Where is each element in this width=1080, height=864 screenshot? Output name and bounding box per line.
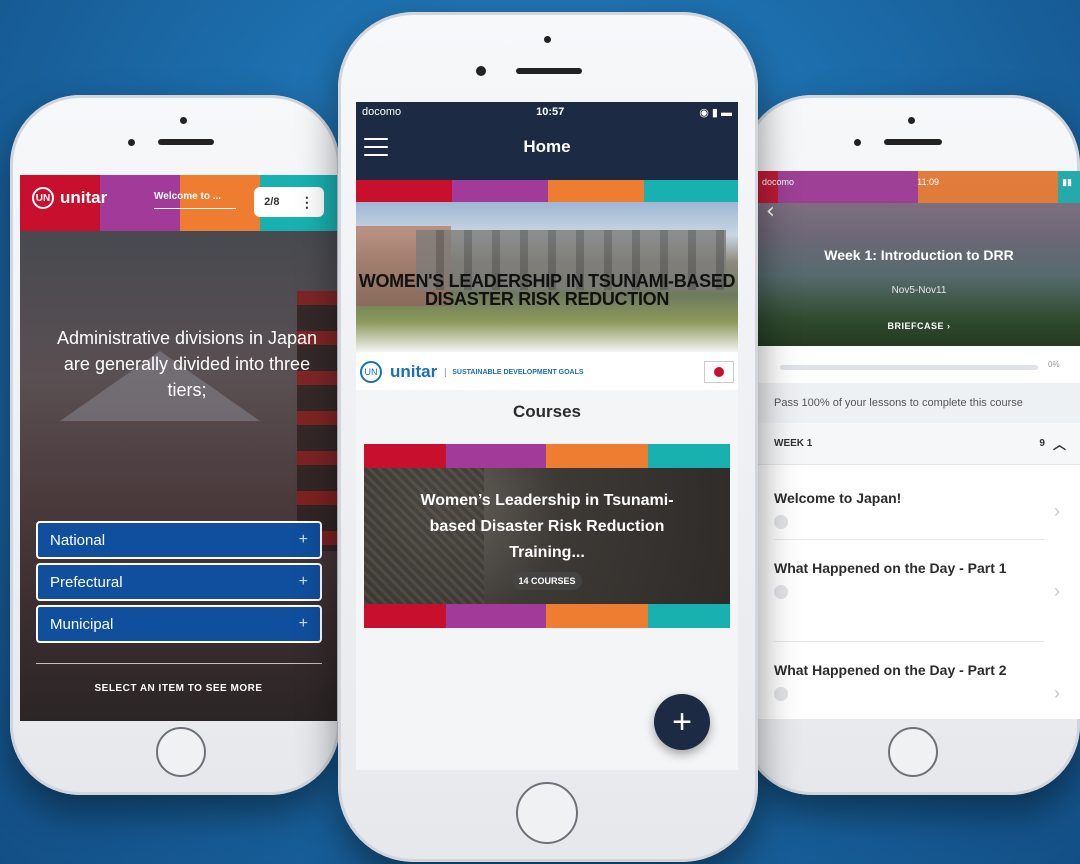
sdg-logo: SUSTAINABLE DEVELOPMENT GOALS — [445, 367, 584, 377]
lesson-item[interactable]: What Happened on the Day - Part 1 › — [774, 557, 1064, 601]
progress-bar — [780, 365, 1038, 370]
completion-status-icon — [774, 585, 788, 599]
un-emblem-icon: UN — [360, 361, 382, 383]
status-bar: docomo 10:57 ◉ ▮ ▬ — [362, 106, 732, 119]
brand-stripe — [364, 444, 730, 468]
home-button[interactable] — [156, 727, 206, 777]
chevron-right-icon: › — [1054, 581, 1060, 601]
logo-text: unitar — [60, 188, 108, 207]
courses-heading: Courses — [512, 402, 582, 421]
week-dates: Nov5-Nov11 — [891, 285, 947, 296]
brand-stripe — [364, 604, 730, 628]
program-banner[interactable]: WOMEN'S LEADERSHIP IN TSUNAMI-BASED DISA… — [356, 180, 738, 390]
accordion-label: National — [50, 531, 106, 549]
lesson-title: What Happened on the Day - Part 2 — [774, 662, 1007, 678]
chevron-right-icon: › — [1054, 683, 1060, 703]
add-fab-button[interactable]: + — [654, 694, 710, 750]
lesson-title: What Happened on the Day - Part 1 — [774, 560, 1007, 576]
background-image — [20, 231, 337, 721]
front-camera — [128, 139, 135, 146]
plus-icon: + — [298, 531, 308, 548]
lesson-item[interactable]: Welcome to Japan! › — [774, 487, 1064, 529]
partner-logos: UN unitar SUSTAINABLE DEVELOPMENT GOALS — [360, 356, 734, 388]
accordion-label: Prefectural — [50, 573, 123, 591]
carrier-label: docomo — [762, 177, 795, 187]
lesson-headline: Administrative divisions in Japan are ge… — [56, 328, 318, 400]
plus-icon: + — [298, 573, 308, 590]
plus-icon: + — [298, 615, 308, 632]
divider — [36, 663, 322, 664]
briefcase-link[interactable]: BRIEFCASE › — [758, 321, 1080, 331]
accordion-item-prefectural[interactable]: Prefectural + — [36, 563, 322, 601]
page-counter[interactable]: 2/8 ⋮ — [254, 187, 324, 217]
japan-flag-icon — [704, 361, 734, 383]
course-title: Women’s Leadership in Tsunami-based Disa… — [420, 492, 674, 561]
status-bar: docomo 11:09 ▮▮ — [762, 177, 1072, 188]
lesson-title: Welcome to ... — [154, 191, 236, 209]
lesson-count: 9 — [1039, 438, 1045, 449]
unitar-logo: UN unitar — [32, 187, 107, 209]
un-emblem-icon: UN — [32, 187, 54, 209]
completion-status-icon — [774, 687, 788, 701]
footer-hint: SELECT AN ITEM TO SEE MORE — [94, 683, 263, 694]
pass-notice: Pass 100% of your lessons to complete th… — [758, 383, 1080, 423]
front-camera — [476, 66, 486, 76]
app-header: docomo 10:57 ◉ ▮ ▬ Home — [356, 102, 738, 180]
course-count-badge: 14 COURSES — [512, 572, 582, 590]
home-button[interactable] — [888, 727, 938, 777]
accordion-item-national[interactable]: National + — [36, 521, 322, 559]
vertical-dots-icon[interactable]: ⋮ — [300, 194, 314, 211]
unitar-logo: unitar — [390, 362, 438, 381]
speaker-grille — [516, 68, 582, 74]
home-button[interactable] — [516, 782, 578, 844]
course-card[interactable]: Women’s Leadership in Tsunami-based Disa… — [364, 444, 730, 628]
banner-title: WOMEN'S LEADERSHIP IN TSUNAMI-BASED DISA… — [358, 271, 736, 309]
battery-icon: ▮▮ — [1062, 177, 1072, 187]
proximity-sensor — [544, 36, 551, 43]
divider — [774, 641, 1044, 642]
week-title: Week 1: Introduction to DRR — [824, 247, 1014, 263]
speaker-grille — [884, 139, 942, 145]
brand-stripe — [356, 180, 738, 202]
accordion-label: Municipal — [50, 615, 114, 633]
proximity-sensor — [908, 117, 915, 124]
lesson-title: Welcome to Japan! — [774, 490, 902, 506]
left-screen: UN unitar Welcome to ... 2/8 ⋮ Administr… — [20, 175, 337, 721]
chevron-up-icon[interactable]: ︿ — [1053, 434, 1066, 453]
clock: 10:57 — [536, 106, 565, 118]
front-camera — [854, 139, 861, 146]
right-screen: docomo 11:09 ▮▮ ‹ Week 1: Introduction t… — [758, 171, 1080, 719]
completion-status-icon — [774, 515, 788, 529]
week-label: WEEK 1 — [774, 438, 813, 449]
accordion-item-municipal[interactable]: Municipal + — [36, 605, 322, 643]
center-phone: docomo 10:57 ◉ ▮ ▬ Home WOMEN'S LEADERSH… — [338, 12, 758, 862]
chevron-right-icon: › — [1054, 501, 1060, 521]
week-section-header[interactable]: WEEK 1 9 ︿ — [758, 423, 1080, 465]
battery-icon: ◉ ▮ ▬ — [699, 107, 732, 119]
clock: 11:09 — [917, 177, 939, 187]
plus-icon: + — [672, 702, 692, 741]
carrier-label: docomo — [362, 106, 402, 118]
progress-label: 0% — [1048, 360, 1060, 369]
divider — [774, 539, 1044, 540]
week-hero: docomo 11:09 ▮▮ ‹ Week 1: Introduction t… — [758, 171, 1080, 346]
left-phone: UN unitar Welcome to ... 2/8 ⋮ Administr… — [10, 95, 340, 795]
center-screen: docomo 10:57 ◉ ▮ ▬ Home WOMEN'S LEADERSH… — [356, 102, 738, 770]
speaker-grille — [158, 139, 214, 145]
proximity-sensor — [180, 117, 187, 124]
page-title: Home — [523, 137, 571, 156]
right-phone: docomo 11:09 ▮▮ ‹ Week 1: Introduction t… — [742, 95, 1080, 795]
back-chevron-icon[interactable]: ‹ — [766, 199, 775, 224]
page-counter-label: 2/8 — [264, 196, 280, 208]
lesson-item[interactable]: What Happened on the Day - Part 2 › — [774, 659, 1064, 703]
